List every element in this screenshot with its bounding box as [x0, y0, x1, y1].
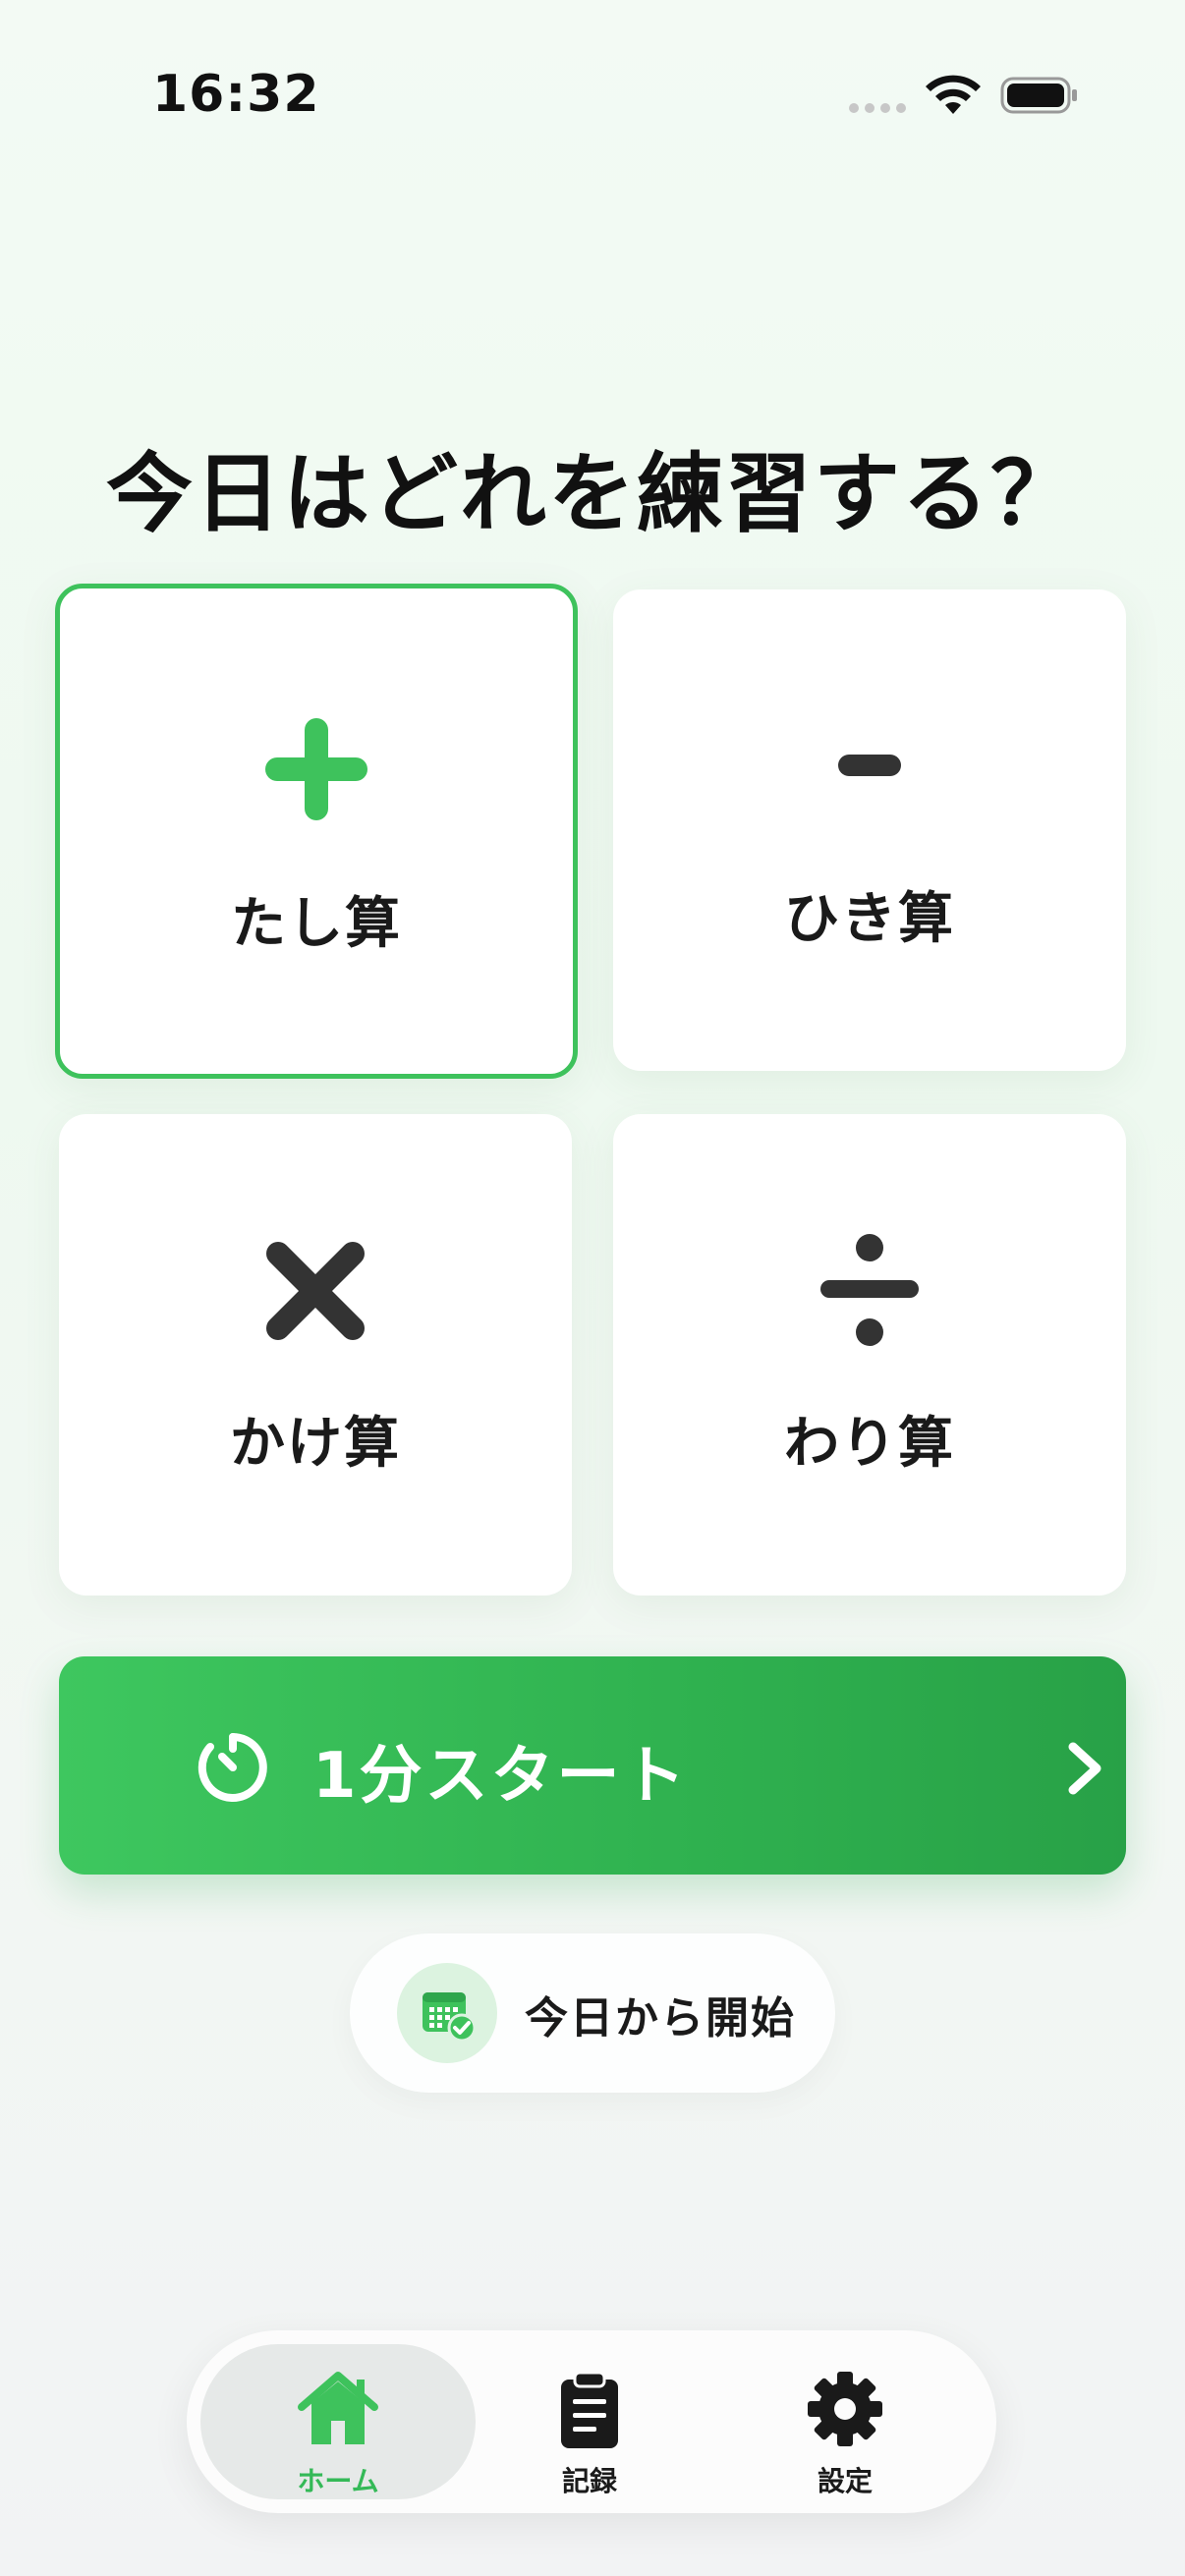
timer-icon: [198, 1733, 267, 1802]
tab-label: ホーム: [297, 2465, 379, 2497]
calendar-check-icon: [397, 1963, 497, 2063]
clipboard-icon: [561, 2371, 618, 2448]
start-button-label: 1分スタート: [312, 1740, 689, 1813]
wifi-icon: [926, 75, 981, 114]
start-one-minute-button[interactable]: 1分スタート: [59, 1656, 1126, 1875]
operation-card-multiplication[interactable]: かけ算: [59, 1114, 572, 1596]
divide-icon: [820, 1234, 919, 1346]
status-bar: 16:32: [0, 0, 1185, 196]
status-time: 16:32: [152, 65, 320, 124]
today-button-label: 今日から開始: [525, 1993, 796, 2044]
multiply-icon: [266, 1242, 365, 1340]
battery-icon: [1000, 77, 1077, 114]
tab-home[interactable]: ホーム: [200, 2344, 476, 2499]
tab-bar: ホーム 記録 設定: [187, 2330, 996, 2513]
operation-card-division[interactable]: わり算: [613, 1114, 1126, 1596]
operation-label: たし算: [231, 892, 402, 956]
operation-card-addition[interactable]: たし算: [55, 584, 578, 1079]
operation-card-subtraction[interactable]: ひき算: [613, 589, 1126, 1071]
page-title: 今日はどれを練習する？: [105, 443, 1079, 544]
tab-settings[interactable]: 設定: [707, 2344, 983, 2499]
plus-icon: [265, 718, 367, 820]
minus-icon: [838, 755, 901, 776]
chevron-right-icon: [1068, 1742, 1101, 1795]
tab-record[interactable]: 記録: [452, 2344, 727, 2499]
tab-label: 記録: [561, 2465, 617, 2497]
gear-icon: [808, 2372, 882, 2446]
home-icon: [298, 2372, 378, 2444]
operation-label: わり算: [784, 1412, 955, 1476]
tab-label: 設定: [817, 2465, 873, 2497]
operation-label: ひき算: [784, 887, 955, 951]
cellular-signal-icon: [849, 103, 906, 113]
start-from-today-button[interactable]: 今日から開始: [350, 1933, 835, 2093]
operation-label: かけ算: [230, 1412, 401, 1476]
